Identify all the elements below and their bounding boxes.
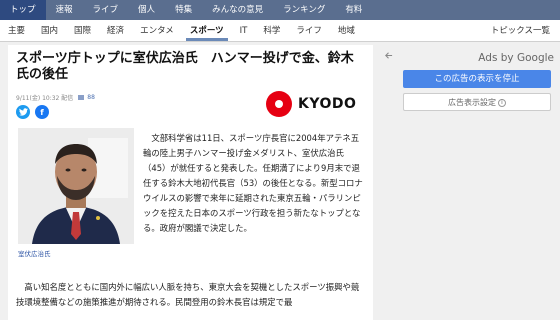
category-tab-domestic[interactable]: 国内	[33, 20, 66, 41]
category-tab-life[interactable]: ライフ	[288, 20, 330, 41]
back-arrow-icon[interactable]	[384, 51, 393, 63]
comment-icon	[78, 95, 85, 100]
category-tab-main[interactable]: 主要	[0, 20, 33, 41]
article-paragraph-2: 高い知名度とともに国内外に幅広い人脈を持ち、東京大会を契機としたスポーツ振興や競…	[16, 282, 360, 307]
article-paragraph-1: 文部科学省は11日、スポーツ庁長官に2004年アテネ五輪の陸上男子ハンマー投げ金…	[143, 133, 363, 233]
category-tab-entertainment[interactable]: エンタメ	[132, 20, 182, 41]
article-panel: スポーツ庁トップに室伏広治氏 ハンマー投げで金、鈴木氏の後任 9/11(金) 1…	[8, 45, 373, 320]
kyodo-logo-text: KYODO	[298, 96, 357, 112]
top-navigation: トップ 速報 ライブ 個人 特集 みんなの意見 ランキング 有料	[0, 0, 560, 20]
kyodo-logo[interactable]: KYODO	[266, 91, 356, 117]
top-nav-item-ranking[interactable]: ランキング	[273, 0, 335, 20]
comment-count[interactable]: 88	[87, 94, 95, 101]
topics-list-link[interactable]: トピックス一覧	[491, 20, 550, 42]
ads-by-google-label: Ads by Google	[478, 52, 554, 64]
top-nav-item-paid[interactable]: 有料	[335, 0, 372, 20]
category-tab-region[interactable]: 地域	[330, 20, 363, 41]
stop-ad-button[interactable]: この広告の表示を停止	[403, 70, 551, 88]
kyodo-logo-mark	[266, 91, 292, 117]
article-photo[interactable]	[18, 128, 134, 244]
article-meta: 9/11(金) 10:32 配信 88	[16, 93, 95, 102]
google-ad-panel: Ads by Google この広告の表示を停止 広告表示設定 i	[377, 45, 560, 320]
article-title: スポーツ庁トップに室伏広治氏 ハンマー投げで金、鈴木氏の後任	[16, 51, 354, 82]
category-tab-sports[interactable]: スポーツ	[182, 20, 232, 41]
top-nav-item-opinions[interactable]: みんなの意見	[202, 0, 273, 20]
top-nav-item-breaking[interactable]: 速報	[46, 0, 83, 20]
facebook-share-button[interactable]: f	[35, 105, 49, 119]
info-icon: i	[498, 98, 506, 107]
category-tab-international[interactable]: 国際	[66, 20, 99, 41]
category-navigation: 主要 国内 国際 経済 エンタメ スポーツ IT 科学 ライフ 地域 トピックス…	[0, 20, 560, 42]
top-nav-item-personal[interactable]: 個人	[128, 0, 165, 20]
photo-caption: 室伏広治氏	[18, 250, 51, 258]
share-buttons: f	[16, 105, 49, 119]
top-nav-item-feature[interactable]: 特集	[165, 0, 202, 20]
category-tab-it[interactable]: IT	[232, 20, 256, 41]
publish-date: 9/11(金) 10:32 配信	[16, 95, 74, 102]
twitter-share-button[interactable]	[16, 105, 30, 119]
ad-settings-button[interactable]: 広告表示設定 i	[403, 93, 551, 111]
ad-settings-label: 広告表示設定	[448, 98, 496, 107]
portrait-illustration	[18, 128, 134, 244]
category-tab-science[interactable]: 科学	[255, 20, 288, 41]
category-tab-economy[interactable]: 経済	[99, 20, 132, 41]
twitter-bird-icon	[18, 108, 28, 116]
facebook-f-icon: f	[40, 107, 44, 117]
top-nav-item-top[interactable]: トップ	[0, 0, 46, 20]
top-nav-item-live[interactable]: ライブ	[83, 0, 129, 20]
